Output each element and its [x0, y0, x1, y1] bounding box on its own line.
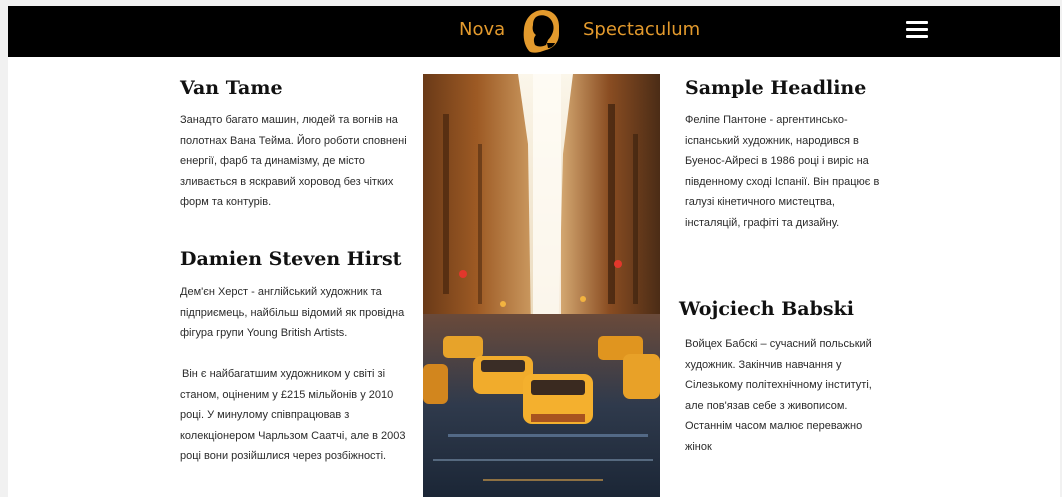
menu-bar [906, 28, 928, 31]
article-title-van-tame: Van Tame [180, 77, 283, 99]
article-text-sample: Феліпе Пантоне - аргентинсько-іспанський… [685, 114, 880, 229]
menu-bar [906, 35, 928, 38]
brand-name-right[interactable]: Spectaculum [583, 19, 700, 41]
page: Nova Spectaculum Van Tame Занадто багато… [8, 6, 1060, 497]
hamburger-menu-icon[interactable] [906, 21, 928, 39]
top-navbar: Nova Spectaculum [8, 6, 1060, 57]
menu-bar [906, 21, 928, 24]
article-title-babski: Wojciech Babski [679, 298, 854, 320]
article-text-hirst-2: Він є найбагатшим художником у світі зі … [180, 368, 406, 462]
article-text-hirst-1: Дем'єн Херст - англійський художник та п… [180, 286, 405, 339]
article-title-sample: Sample Headline [685, 77, 867, 99]
article-text-van-tame: Занадто багато машин, людей та вогнів на… [180, 114, 407, 208]
article-text-babski: Войцех Бабскі – сучасний польський худож… [685, 338, 872, 453]
article-title-hirst: Damien Steven Hirst [180, 248, 402, 270]
face-profile-logo-icon[interactable] [522, 7, 562, 57]
painting-image [423, 74, 660, 497]
brand-name-left[interactable]: Nova [459, 19, 505, 41]
